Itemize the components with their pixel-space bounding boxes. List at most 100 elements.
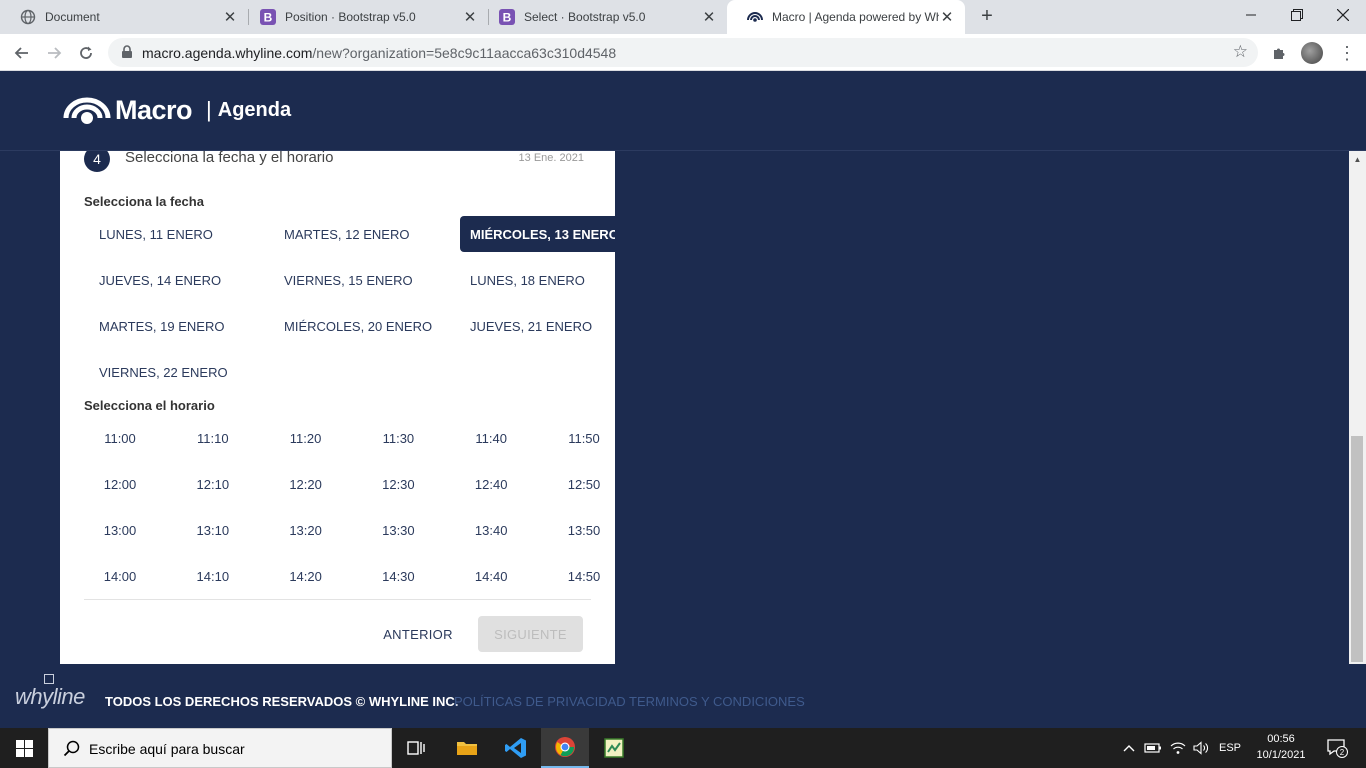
date-option[interactable]: VIERNES, 22 ENERO bbox=[89, 354, 238, 390]
time-option[interactable]: 12:50 bbox=[548, 466, 615, 502]
time-option[interactable]: 12:00 bbox=[84, 466, 156, 502]
time-option[interactable]: 14:50 bbox=[548, 558, 615, 594]
time-option[interactable]: 14:10 bbox=[177, 558, 249, 594]
clock-time: 00:56 bbox=[1267, 733, 1295, 745]
battery-icon[interactable] bbox=[1142, 728, 1164, 768]
lock-icon bbox=[122, 45, 132, 58]
file-explorer-icon[interactable] bbox=[443, 728, 491, 768]
system-clock[interactable]: 00:56 10/1/2021 bbox=[1248, 731, 1314, 763]
browser-tab-select[interactable]: B Select · Bootstrap v5.0 ✕ bbox=[479, 0, 727, 34]
new-tab-button[interactable]: + bbox=[976, 5, 998, 27]
time-option[interactable]: 12:40 bbox=[455, 466, 527, 502]
time-option[interactable]: 14:20 bbox=[270, 558, 342, 594]
time-option[interactable]: 14:40 bbox=[455, 558, 527, 594]
close-tab-icon[interactable]: ✕ bbox=[701, 9, 717, 26]
previous-button[interactable]: ANTERIOR bbox=[376, 616, 460, 652]
date-option[interactable]: JUEVES, 14 ENERO bbox=[89, 262, 231, 298]
time-option[interactable]: 13:10 bbox=[177, 512, 249, 548]
time-option[interactable]: 14:00 bbox=[84, 558, 156, 594]
next-button[interactable]: SIGUIENTE bbox=[478, 616, 583, 652]
time-option[interactable]: 11:20 bbox=[270, 420, 342, 456]
volume-icon[interactable] bbox=[1190, 728, 1212, 768]
date-option[interactable]: MARTES, 19 ENERO bbox=[89, 308, 234, 344]
svg-text:B: B bbox=[503, 11, 512, 25]
time-option[interactable]: 11:00 bbox=[84, 420, 156, 456]
header-separator: | bbox=[206, 97, 212, 122]
reload-button[interactable] bbox=[73, 40, 99, 66]
close-window-button[interactable] bbox=[1320, 0, 1366, 30]
close-tab-icon[interactable]: ✕ bbox=[222, 9, 238, 26]
macro-logo-icon bbox=[63, 97, 111, 124]
bootstrap-icon: B bbox=[260, 9, 276, 25]
step-selected-date: 13 Ene. 2021 bbox=[518, 152, 584, 164]
brand-name: Macro bbox=[115, 94, 193, 125]
browser-tab-position[interactable]: B Position · Bootstrap v5.0 ✕ bbox=[240, 0, 488, 34]
task-view-icon[interactable] bbox=[392, 728, 440, 768]
reload-icon bbox=[80, 46, 92, 59]
vscode-icon[interactable] bbox=[492, 728, 540, 768]
forward-arrow-icon bbox=[48, 47, 62, 59]
privacy-link[interactable]: POLÍTICAS DE PRIVACIDAD bbox=[454, 694, 626, 709]
date-option[interactable]: VIERNES, 15 ENERO bbox=[274, 262, 423, 298]
time-option[interactable]: 13:40 bbox=[455, 512, 527, 548]
time-option[interactable]: 11:50 bbox=[548, 420, 615, 456]
date-option[interactable]: MIÉRCOLES, 20 ENERO bbox=[274, 308, 442, 344]
search-icon bbox=[63, 740, 80, 757]
close-tab-icon[interactable]: ✕ bbox=[939, 9, 955, 26]
tab-title: Select · Bootstrap v5.0 bbox=[524, 10, 646, 24]
copyright-text: TODOS LOS DERECHOS RESERVADOS © WHYLINE … bbox=[105, 694, 459, 709]
time-option[interactable]: 11:30 bbox=[362, 420, 434, 456]
notifications-icon: 2 bbox=[1327, 739, 1348, 758]
notifications-button[interactable]: 2 bbox=[1318, 728, 1356, 768]
time-option[interactable]: 12:30 bbox=[362, 466, 434, 502]
scrollbar-thumb[interactable] bbox=[1351, 436, 1363, 662]
url-host: macro.agenda.whyline.com bbox=[142, 45, 313, 61]
step-title: Selecciona la fecha y el horario bbox=[125, 151, 334, 166]
forward-button[interactable] bbox=[41, 40, 67, 66]
browser-tab-document[interactable]: Document ✕ bbox=[0, 0, 248, 34]
date-option[interactable]: MARTES, 12 ENERO bbox=[274, 216, 419, 252]
date-option[interactable]: MIÉRCOLES, 13 ENERO bbox=[460, 216, 615, 252]
start-button[interactable] bbox=[0, 728, 48, 768]
macro-logo[interactable]: Macro | Agenda bbox=[63, 94, 291, 126]
url-text[interactable]: macro.agenda.whyline.com/new?organizatio… bbox=[142, 45, 616, 61]
back-button[interactable] bbox=[9, 40, 35, 66]
time-option[interactable]: 12:20 bbox=[270, 466, 342, 502]
bookmark-star-icon[interactable]: ☆ bbox=[1233, 42, 1248, 62]
scroll-up-arrow-icon[interactable]: ▲ bbox=[1349, 151, 1366, 168]
restore-icon bbox=[1291, 9, 1303, 21]
minimize-icon bbox=[1246, 14, 1256, 16]
date-option[interactable]: LUNES, 11 ENERO bbox=[89, 216, 223, 252]
chrome-icon[interactable] bbox=[541, 728, 589, 768]
date-option[interactable]: LUNES, 18 ENERO bbox=[460, 262, 595, 298]
date-option[interactable]: JUEVES, 21 ENERO bbox=[460, 308, 602, 344]
show-hidden-icons-chevron-icon[interactable] bbox=[1118, 728, 1140, 768]
product-name: Agenda bbox=[217, 98, 292, 121]
browser-menu-icon[interactable]: ⋮ bbox=[1336, 42, 1358, 64]
time-option[interactable]: 13:50 bbox=[548, 512, 615, 548]
close-tab-icon[interactable]: ✕ bbox=[462, 9, 478, 26]
maximize-button[interactable] bbox=[1274, 0, 1320, 30]
taskbar-search-box[interactable]: Escribe aquí para buscar bbox=[48, 728, 392, 768]
step-header: 4 Selecciona la fecha y el horario 13 En… bbox=[84, 151, 584, 176]
time-option[interactable]: 11:40 bbox=[455, 420, 527, 456]
time-option[interactable]: 14:30 bbox=[362, 558, 434, 594]
time-option[interactable]: 13:00 bbox=[84, 512, 156, 548]
time-option[interactable]: 11:10 bbox=[177, 420, 249, 456]
time-option[interactable]: 13:20 bbox=[270, 512, 342, 548]
profile-avatar[interactable] bbox=[1301, 42, 1323, 64]
terms-link[interactable]: TERMINOS Y CONDICIONES bbox=[629, 694, 805, 709]
time-option[interactable]: 13:30 bbox=[362, 512, 434, 548]
appointment-card: 4 Selecciona la fecha y el horario 13 En… bbox=[60, 151, 615, 664]
tab-title: Position · Bootstrap v5.0 bbox=[285, 10, 416, 24]
notes-app-icon[interactable] bbox=[590, 728, 638, 768]
minimize-button[interactable] bbox=[1228, 0, 1274, 30]
extensions-puzzle-icon[interactable] bbox=[1268, 42, 1290, 64]
time-option[interactable]: 12:10 bbox=[177, 466, 249, 502]
notifications-count: 2 bbox=[1340, 748, 1345, 757]
address-bar[interactable]: macro.agenda.whyline.com/new?organizatio… bbox=[108, 38, 1258, 67]
input-language[interactable]: ESP bbox=[1214, 728, 1246, 768]
wifi-icon[interactable] bbox=[1167, 728, 1189, 768]
browser-tab-macro-agenda[interactable]: Macro | Agenda powered by Why ✕ bbox=[727, 0, 965, 34]
close-icon bbox=[1337, 9, 1349, 21]
